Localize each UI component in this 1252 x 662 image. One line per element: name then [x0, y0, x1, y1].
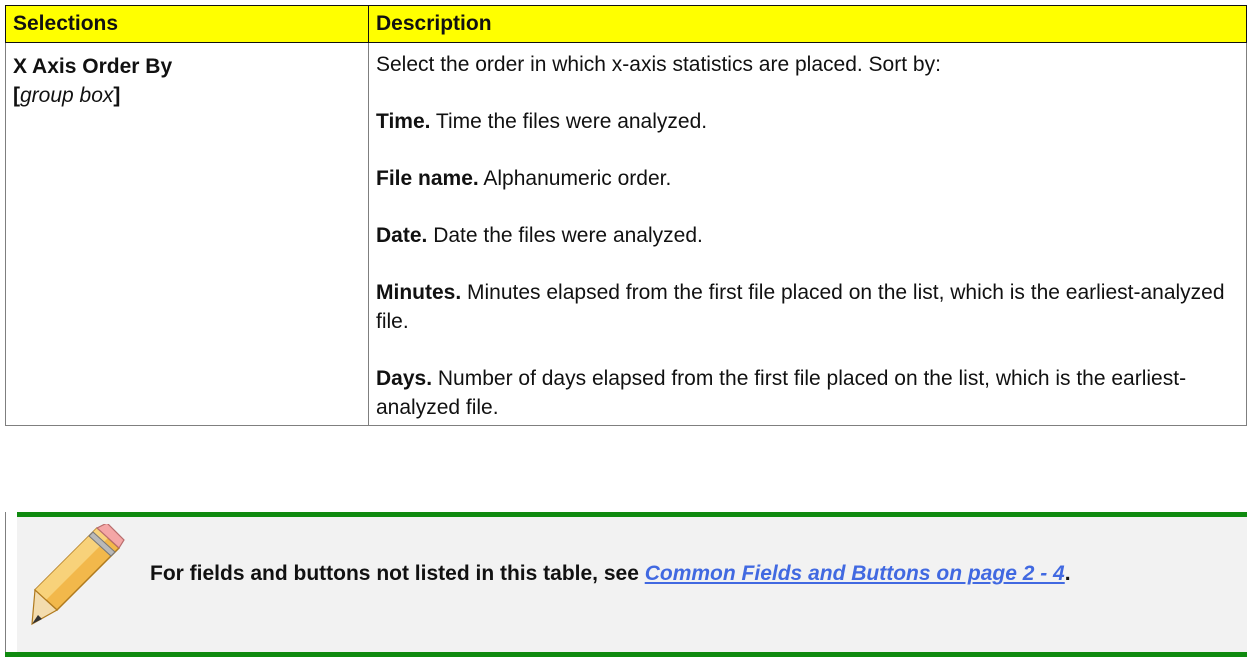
option-text: Date the files were analyzed. [427, 224, 703, 247]
table-header-row: Selections Description [5, 5, 1247, 43]
option-label: Date. [376, 224, 428, 247]
note-bottom-bar [5, 652, 1247, 657]
option-minutes: Minutes. Minutes elapsed from the first … [376, 278, 1236, 336]
option-text: Number of days elapsed from the first fi… [376, 367, 1187, 419]
description-intro: Select the order in which x-axis statist… [376, 53, 941, 76]
header-selections: Selections [5, 5, 369, 43]
selection-name: X Axis Order By [13, 55, 173, 78]
option-days: Days. Number of days elapsed from the fi… [376, 364, 1236, 422]
note-left-border [5, 512, 6, 657]
table-row: X Axis Order By [group box] Select the o… [5, 42, 1247, 426]
option-date: Date. Date the files were analyzed. [376, 221, 1236, 250]
option-label: Days. [376, 367, 433, 390]
selection-type: [group box] [13, 84, 121, 107]
option-label: Minutes. [376, 281, 462, 304]
option-label: File name. [376, 167, 479, 190]
option-time: Time. Time the files were analyzed. [376, 107, 1236, 136]
description-cell: Select the order in which x-axis statist… [368, 42, 1247, 426]
note-box: For fields and buttons not listed in thi… [5, 512, 1247, 657]
selections-table: Selections Description X Axis Order By [… [5, 5, 1247, 426]
option-file-name: File name. Alphanumeric order. [376, 164, 1236, 193]
document-page: Selections Description X Axis Order By [… [0, 0, 1252, 662]
common-fields-link[interactable]: Common Fields and Buttons on page 2 - 4 [645, 562, 1065, 585]
option-text: Alphanumeric order. [478, 167, 672, 190]
option-text: Minutes elapsed from the first file plac… [376, 281, 1225, 333]
note-text: For fields and buttons not listed in thi… [150, 562, 1071, 585]
pencil-icon [31, 524, 125, 626]
selection-cell: X Axis Order By [group box] [5, 42, 369, 426]
option-label: Time. [376, 110, 431, 133]
header-description: Description [368, 5, 1247, 43]
option-text: Time the files were analyzed. [430, 110, 708, 133]
